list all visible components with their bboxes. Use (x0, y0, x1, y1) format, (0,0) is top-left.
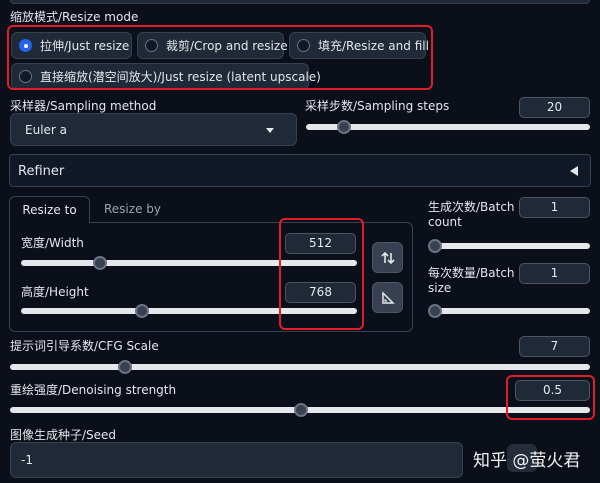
batch-size-label: 每次数量/Batch (428, 266, 515, 280)
sampling-method-dropdown[interactable]: Euler a (10, 113, 297, 146)
batch-count-input[interactable]: 1 (519, 197, 590, 218)
refiner-accordion[interactable]: Refiner (9, 154, 591, 187)
cfg-scale-slider-thumb[interactable] (118, 360, 132, 374)
denoising-strength-slider-thumb[interactable] (294, 403, 308, 417)
highlight-denoising-strength (506, 375, 595, 420)
resize-mode-label: 缩放模式/Resize mode (10, 10, 139, 24)
swap-dimensions-button[interactable] (372, 242, 403, 273)
tab-resize-to[interactable]: Resize to (9, 196, 90, 223)
previous-panel-edge (10, 0, 590, 4)
batch-count-slider[interactable] (429, 243, 590, 249)
sampling-method-value: Euler a (25, 122, 68, 137)
highlight-resize-mode (7, 25, 433, 90)
height-slider-thumb[interactable] (135, 304, 149, 318)
batch-count-label-2: count (428, 215, 462, 229)
refiner-title: Refiner (18, 164, 65, 179)
sampling-steps-input[interactable]: 20 (519, 97, 590, 118)
height-label: 高度/Height (21, 285, 89, 299)
denoising-strength-label: 重绘强度/Denoising strength (10, 383, 177, 397)
batch-count-label: 生成次数/Batch (428, 200, 515, 214)
seed-label: 图像生成种子/Seed (10, 428, 117, 442)
tab-resize-by[interactable]: Resize by (104, 202, 161, 216)
width-slider-thumb[interactable] (93, 256, 107, 270)
batch-size-label-2: size (428, 281, 452, 295)
swap-arrows-icon (380, 251, 395, 264)
triangle-left-icon (570, 166, 578, 176)
sampling-method-label: 采样器/Sampling method (10, 99, 157, 113)
batch-size-slider[interactable] (429, 308, 590, 314)
aspect-ratio-icon (381, 290, 395, 304)
batch-size-input[interactable]: 1 (519, 263, 590, 284)
cfg-scale-label: 提示词引导系数/CFG Scale (10, 339, 159, 353)
highlight-width-height (279, 218, 364, 330)
batch-size-slider-thumb[interactable] (428, 304, 442, 318)
width-label: 宽度/Width (21, 236, 84, 250)
sampling-steps-slider-thumb[interactable] (337, 120, 351, 134)
cfg-scale-slider[interactable] (10, 364, 590, 370)
seed-input[interactable]: -1 (10, 442, 463, 478)
chevron-down-icon (266, 128, 274, 133)
aspect-ratio-button[interactable] (372, 282, 403, 313)
batch-count-slider-thumb[interactable] (428, 239, 442, 253)
cfg-scale-input[interactable]: 7 (519, 336, 590, 357)
watermark-text: 知乎 @萤火君 (473, 451, 581, 471)
sampling-steps-label: 采样步数/Sampling steps (305, 99, 450, 113)
